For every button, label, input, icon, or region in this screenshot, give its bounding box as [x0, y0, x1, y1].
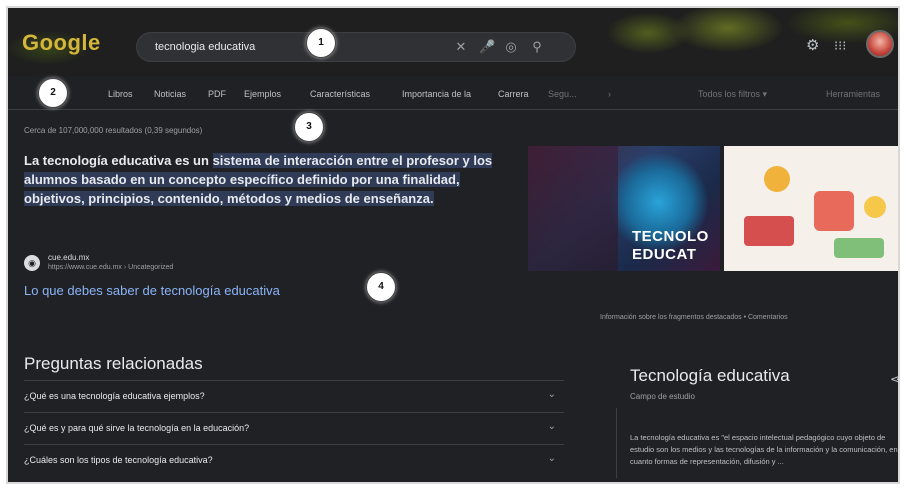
settings-icon[interactable]: ⚙ [806, 36, 819, 54]
snippet-image-2[interactable] [724, 146, 898, 271]
panel-divider [616, 408, 617, 478]
paa-title: Preguntas relacionadas [24, 354, 203, 373]
result-title-link[interactable]: Lo que debes saber de tecnología educati… [24, 283, 280, 298]
paa-question-text: ¿Qué es una tecnología educativa ejemplo… [24, 391, 205, 401]
browser-frame: Google tecnologia educativa ✕ 🎤 ◎ ⚲ ⚙ ⁝⁝… [6, 6, 900, 484]
tabs-next-icon[interactable]: › [608, 89, 611, 99]
paa-question-text: ¿Cuáles son los tipos de tecnología educ… [24, 455, 213, 465]
tab-carrera[interactable]: Carrera [498, 89, 529, 99]
snippet-image-1[interactable]: TECNOLO EDUCAT [528, 146, 720, 271]
annotation-badge-4: 4 [366, 272, 396, 302]
tab-importancia[interactable]: Importancia de la [402, 89, 471, 99]
plant-shape [834, 238, 884, 258]
gear-shape [764, 166, 790, 192]
tab-ejemplos[interactable]: Ejemplos [244, 89, 281, 99]
search-tabs: 2 Libros Noticias PDF Ejemplos Caracterí… [8, 78, 898, 110]
image-overlay [528, 146, 618, 271]
lens-icon[interactable]: ◎ [503, 39, 519, 55]
chevron-down-icon: ⌄ [547, 389, 556, 400]
annotation-badge-3: 3 [294, 112, 324, 142]
snippet-text: La tecnología educativa es un [24, 153, 213, 168]
avatar[interactable] [866, 30, 894, 58]
all-filters-button[interactable]: Todos los filtros ▾ [698, 89, 767, 100]
tab-noticias[interactable]: Noticias [154, 89, 186, 99]
paa-question-text: ¿Qué es y para qué sirve la tecnología e… [24, 423, 250, 433]
image-caption: TECNOLO EDUCAT [632, 228, 709, 263]
tab-segu[interactable]: Segu... [548, 89, 577, 99]
knowledge-panel-title: Tecnología educativa [630, 366, 790, 385]
snippet-feedback[interactable]: Información sobre los fragmentos destaca… [600, 314, 788, 321]
paa-question[interactable]: ¿Cuáles son los tipos de tecnología educ… [24, 444, 564, 474]
google-logo[interactable]: Google [22, 30, 101, 56]
search-box[interactable]: tecnologia educativa ✕ 🎤 ◎ ⚲ [136, 32, 576, 62]
share-icon[interactable]: ⋖ [890, 372, 898, 386]
site-favicon: ◉ [24, 255, 40, 271]
paa-question[interactable]: ¿Qué es una tecnología educativa ejemplo… [24, 380, 564, 410]
bulb-shape [864, 196, 886, 218]
knowledge-panel-description: La tecnología educativa es "el espacio i… [630, 433, 898, 466]
knowledge-panel-subtitle: Campo de estudio [630, 392, 695, 401]
tab-libros[interactable]: Libros [108, 89, 133, 99]
tools-button[interactable]: Herramientas [826, 89, 880, 99]
search-header: Google tecnologia educativa ✕ 🎤 ◎ ⚲ ⚙ ⁝⁝… [8, 8, 898, 76]
mic-icon[interactable]: 🎤 [479, 39, 495, 55]
annotation-badge-2: 2 [38, 78, 68, 108]
books-shape [744, 216, 794, 246]
paa-question[interactable]: ¿Qué es y para qué sirve la tecnología e… [24, 412, 564, 442]
site-url: https://www.cue.edu.mx › Uncategorized [48, 264, 174, 271]
person-shape [814, 191, 854, 231]
site-name: cue.edu.mx [48, 253, 90, 262]
apps-icon[interactable]: ⁝⁝⁝ [834, 38, 846, 54]
close-icon[interactable]: ✕ [453, 39, 469, 55]
search-input[interactable]: tecnologia educativa [155, 41, 255, 53]
tab-caracteristicas[interactable]: Características [310, 89, 370, 99]
featured-snippet: La tecnología educativa es un sistema de… [24, 151, 494, 208]
chevron-down-icon: ⌄ [547, 453, 556, 464]
annotation-badge-1: 1 [306, 28, 336, 58]
result-stats: Cerca de 107,000,000 resultados (0,39 se… [24, 126, 203, 135]
tab-pdf[interactable]: PDF [208, 89, 226, 99]
chevron-down-icon: ⌄ [547, 421, 556, 432]
search-icon[interactable]: ⚲ [529, 39, 545, 55]
